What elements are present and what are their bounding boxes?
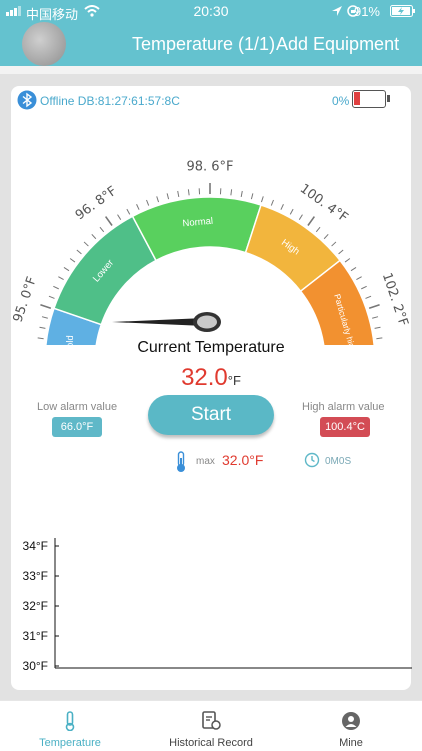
temperature-chart: 30°F 31°F 32°F 33°F 34°F [0,525,422,675]
status-battery-percent: 91% [354,4,380,19]
high-alarm-label: High alarm value [302,401,385,413]
gauge-tick [261,196,263,202]
chart-y-tick-label: 30°F [23,659,48,673]
gauge-tick [299,215,302,220]
bluetooth-icon [17,90,37,110]
header-divider [0,66,422,74]
tab-temperature[interactable]: Temperature [0,701,140,751]
gauge-tick [167,193,168,199]
status-bar: 中国移动 20:30 91% [0,0,422,22]
gauge-tick [178,191,179,197]
device-battery-percent: 0% [332,94,349,108]
location-icon [332,6,342,16]
low-alarm-value[interactable]: 66.0°F [52,417,102,437]
gauge-zone [133,197,261,260]
gauge-scale-label: 100. 4°F [297,181,351,225]
page-title: Temperature (1/1) [132,34,275,55]
gauge-tick [290,209,293,214]
chart-y-tick-label: 31°F [23,629,48,643]
gauge-scale-label: 98. 6°F [186,160,233,175]
gauge-tick [58,277,63,280]
tab-bar: Temperature Historical Record Mine [0,700,422,751]
document-clock-icon [201,711,221,731]
timer-value: 0M0S [325,456,351,467]
gauge-needle [112,312,221,332]
app-header: Temperature (1/1) Add Equipment [0,22,422,66]
gauge-tick [77,250,82,254]
gauge-scale-label: 96. 8°F [73,184,120,224]
tab-mine[interactable]: Mine [281,701,421,751]
thermometer-icon [62,711,78,731]
gauge-tick [369,305,379,309]
gauge-tick [324,234,328,238]
gauge-tick [308,217,314,226]
tab-historical-record[interactable]: Historical Record [141,701,281,751]
gauge-tick [40,305,50,309]
gauge-tick [372,317,378,319]
gauge-tick [137,204,140,209]
gauge-tick [281,204,284,209]
current-temperature-value: 32.0°F [0,364,422,392]
device-status: Offline DB:81:27:61:57:8C [40,94,180,108]
user-avatar[interactable] [22,22,66,66]
gauge-tick [64,267,69,270]
tab-label: Temperature [0,737,140,749]
gauge-tick [70,259,75,263]
gauge-tick [375,327,381,328]
tab-label: Historical Record [141,737,281,749]
gauge-tick [118,215,121,220]
chart-y-tick-label: 34°F [23,539,48,553]
gauge-tick [188,189,189,195]
gauge-tick [53,286,58,289]
current-temperature-number: 32.0 [181,364,228,391]
gauge-tick [241,191,242,197]
gauge-tick [127,209,130,214]
gauge-tick [361,286,366,289]
current-temperature-label: Current Temperature [0,339,422,357]
gauge-tick [92,234,96,238]
timer-icon [304,452,320,468]
chart-y-tick-label: 32°F [23,599,48,613]
gauge-tick [147,200,149,206]
gauge-tick [49,296,55,298]
low-alarm-label: Low alarm value [37,401,117,413]
gauge-tick [100,227,104,232]
gauge-tick [339,250,344,254]
gauge-tick [345,259,350,263]
temperature-gauge: 93. 2°F95. 0°F96. 8°F98. 6°F100. 4°F102.… [0,120,422,345]
gauge-tick [157,196,159,202]
device-battery-icon [352,90,386,108]
battery-charging-icon [390,5,416,17]
gauge-tick [231,189,232,195]
gauge-tick [332,242,336,246]
gauge-scale-label: 102. 2°F [379,271,411,328]
gauge-tick [106,217,112,226]
gauge-tick [351,267,356,270]
thermometer-icon [174,451,188,473]
gauge-tick [251,193,252,199]
user-icon [341,711,361,731]
gauge-tick [316,227,320,232]
tab-label: Mine [281,737,421,749]
chart-y-tick-label: 33°F [23,569,48,583]
gauge-tick [84,242,88,246]
gauge-tick [366,296,372,298]
max-label: max [196,456,215,467]
high-alarm-value[interactable]: 100.4°C [320,417,370,437]
gauge-scale-label: 95. 0°F [11,275,40,324]
gauge-tick [42,317,48,319]
gauge-tick [40,327,46,328]
gauge-tick [356,277,361,280]
max-value: 32.0°F [222,452,263,468]
add-equipment-button[interactable]: Add Equipment [276,34,399,55]
start-button[interactable]: Start [148,395,274,435]
current-temperature-unit: °F [228,373,241,388]
gauge-tick [271,200,273,206]
